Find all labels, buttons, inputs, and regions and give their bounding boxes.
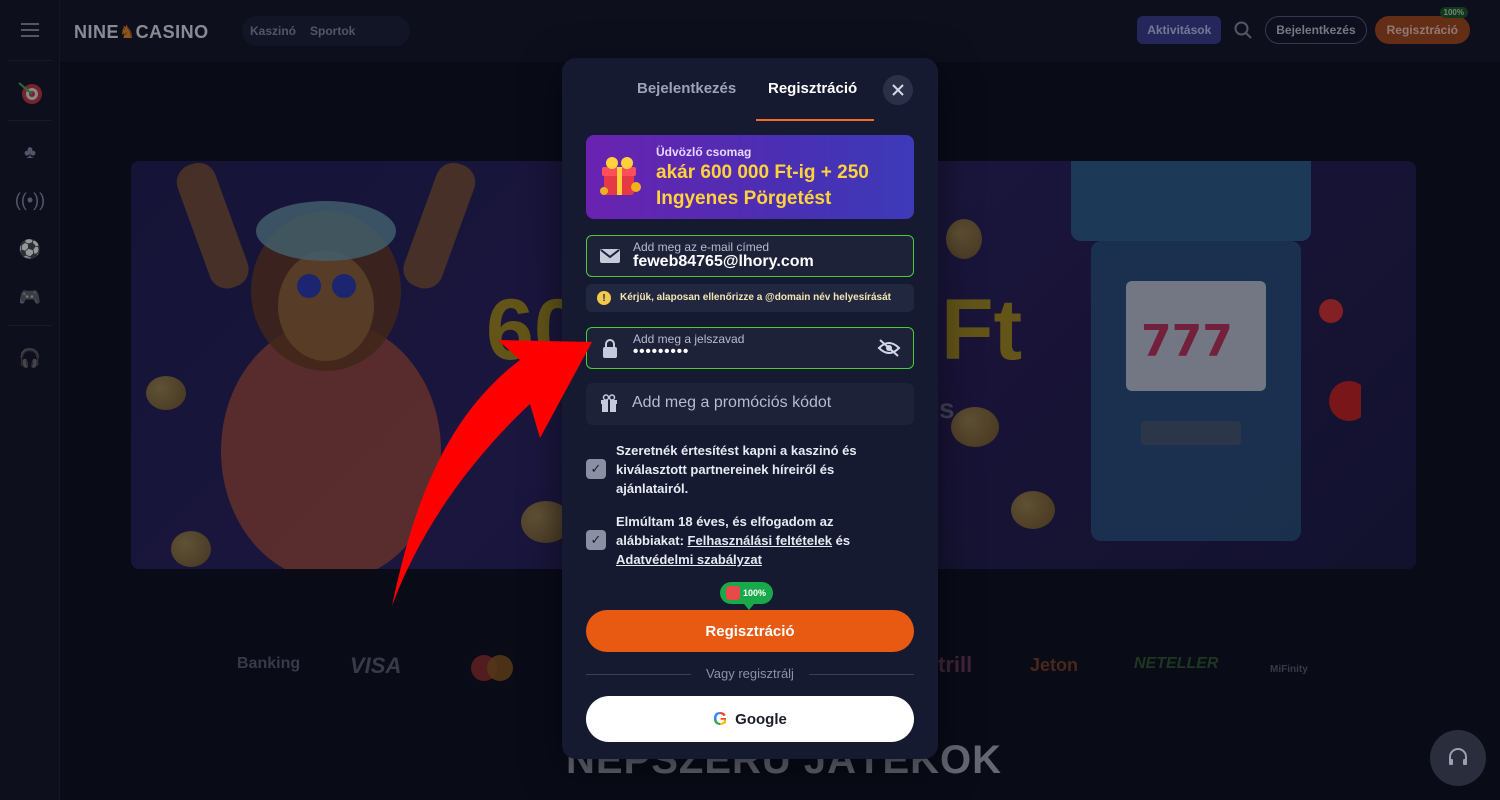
email-field[interactable]: Add meg az e-mail címed feweb84765@lhory… [586,235,914,277]
warning-text: Kérjük, alaposan ellenőrizze a @domain n… [620,292,891,303]
headset-icon [1449,748,1467,765]
bonus-percent-badge: 100% [720,582,774,610]
google-icon: G [713,708,728,729]
eye-off-icon[interactable] [877,338,901,358]
modal-tabs: Bejelentkezés Regisztráció [562,58,938,122]
lock-icon [597,338,623,358]
tab-login[interactable]: Bejelentkezés [637,80,736,97]
active-tab-indicator [756,119,874,121]
welcome-bonus-banner: Üdvözlő csomag akár 600 000 Ft-ig + 250 … [586,135,914,219]
marketing-consent-text: Szeretnék értesítést kapni a kaszinó és … [616,443,857,496]
terms-consent: ✓ Elmúltam 18 éves, és elfogadom az aláb… [586,512,914,570]
email-label: Add meg az e-mail címed [633,240,770,254]
promo-code-field[interactable]: Add meg a promóciós kódot [586,383,914,425]
terms-checkbox[interactable]: ✓ [586,530,606,550]
password-value[interactable]: ••••••••• [633,343,689,360]
terms-consent-text: Elmúltam 18 éves, és elfogadom az alábbi… [616,514,851,567]
support-chat-button[interactable] [1430,730,1486,786]
close-button[interactable] [883,75,913,105]
marketing-consent: ✓ Szeretnék értesítést kapni a kaszinó é… [586,441,914,499]
warning-icon: ! [597,291,611,305]
domain-warning: ! Kérjük, alaposan ellenőrizze a @domain… [586,284,914,312]
registration-modal: Bejelentkezés Regisztráció Üdvözlő csoma… [562,58,938,759]
google-signup-button[interactable]: G Google [586,696,914,742]
terms-link[interactable]: Felhasználási feltételek [688,533,833,548]
envelope-icon [597,246,623,266]
gift-icon [726,586,740,600]
privacy-link[interactable]: Adatvédelmi szabályzat [616,552,762,567]
gift-icon [596,393,622,413]
tab-register[interactable]: Regisztráció [768,80,857,97]
gift-icon [600,157,641,195]
promo-title: akár 600 000 Ft-ig + 250 Ingyenes Pörget… [656,162,869,209]
email-value[interactable]: feweb84765@lhory.com [633,253,814,271]
password-field[interactable]: Add meg a jelszavad ••••••••• [586,327,914,369]
promo-subtitle: Üdvözlő csomag [656,145,752,159]
marketing-checkbox[interactable]: ✓ [586,459,606,479]
promo-code-placeholder: Add meg a promóciós kódot [632,394,832,411]
close-icon [892,84,904,96]
or-divider: Vagy regisztrálj [586,665,914,683]
register-button[interactable]: Regisztráció [586,610,914,652]
